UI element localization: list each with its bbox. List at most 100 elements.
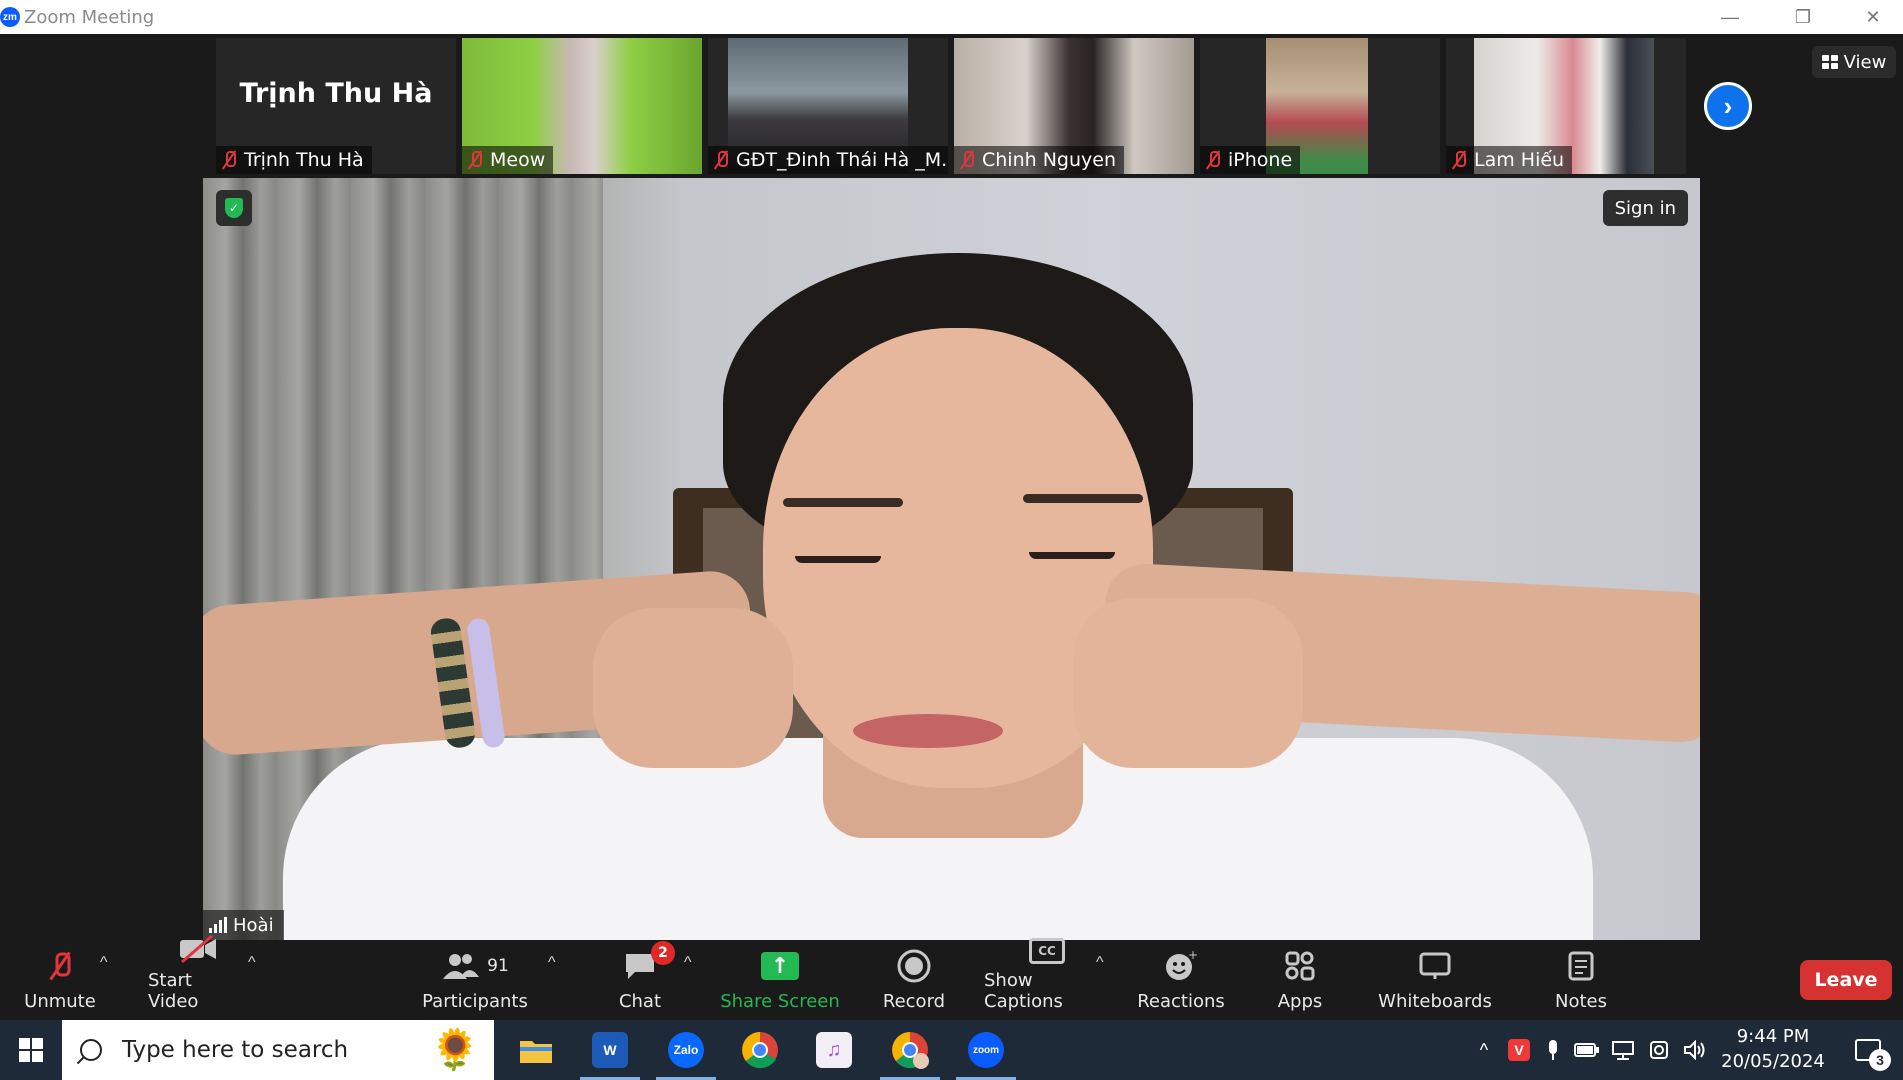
- volume-tray-icon[interactable]: [1678, 1020, 1712, 1080]
- participant-tile[interactable]: Meow: [462, 38, 702, 174]
- meeting-toolbar: Unmute ^ Start Video ^ 91 Participants ^…: [0, 934, 1903, 1020]
- grid-view-icon: [1821, 55, 1838, 69]
- view-button[interactable]: View: [1812, 46, 1896, 78]
- mic-off-icon: [220, 150, 238, 170]
- chrome-profile-icon: [892, 1032, 929, 1069]
- unmute-button[interactable]: Unmute: [20, 940, 100, 1020]
- view-label: View: [1843, 51, 1887, 73]
- participant-tile[interactable]: iPhone: [1200, 38, 1440, 174]
- speaker-brow-right: [1023, 494, 1143, 503]
- participants-caret-icon[interactable]: ^: [548, 954, 556, 972]
- chat-caret-icon[interactable]: ^: [684, 954, 692, 972]
- active-speaker-name: Hoài: [233, 914, 274, 936]
- share-screen-icon: ↑: [761, 947, 799, 985]
- notification-center-button[interactable]: 3: [1838, 1020, 1898, 1080]
- mic-off-icon: [958, 150, 976, 170]
- chrome-profile-taskbar-button[interactable]: [876, 1020, 944, 1080]
- mic-off-icon: [1450, 150, 1468, 170]
- close-button[interactable]: ✕: [1838, 0, 1903, 34]
- restore-button[interactable]: ❐: [1768, 0, 1838, 34]
- participant-name-label: Trịnh Thu Hà: [216, 146, 372, 174]
- record-label: Record: [882, 991, 946, 1012]
- podcast-app-taskbar-button[interactable]: ♫: [800, 1020, 868, 1080]
- reactions-label: Reactions: [1137, 991, 1225, 1012]
- record-button[interactable]: Record: [872, 940, 956, 1020]
- participant-name: Chinh Nguyen: [982, 149, 1117, 171]
- participant-name: iPhone: [1228, 149, 1293, 171]
- clock-time: 9:44 PM: [1736, 1026, 1810, 1047]
- apps-label: Apps: [1277, 991, 1323, 1012]
- file-explorer-taskbar-button[interactable]: [502, 1020, 570, 1080]
- word-icon: W: [592, 1032, 628, 1068]
- notes-icon: [1567, 947, 1595, 985]
- audio-options-caret-icon[interactable]: ^: [100, 954, 108, 972]
- sign-in-button[interactable]: Sign in: [1602, 190, 1688, 226]
- participant-name-label: iPhone: [1200, 146, 1301, 174]
- show-captions-button[interactable]: CC Show Captions: [984, 938, 1110, 1020]
- leave-button[interactable]: Leave: [1800, 960, 1892, 1000]
- zoom-logo-icon: zm: [0, 7, 20, 27]
- signal-strength-icon: [209, 917, 227, 933]
- speaker-hand-left: [593, 608, 793, 768]
- minimize-button[interactable]: —: [1695, 0, 1765, 34]
- mic-off-icon: [712, 150, 730, 170]
- mic-muted-icon: [51, 947, 71, 985]
- participant-strip: Trịnh Thu Hà Trịnh Thu Hà Meow GĐT_Đinh …: [216, 38, 1686, 174]
- unmute-label: Unmute: [24, 991, 96, 1012]
- window-title: Zoom Meeting: [24, 6, 155, 28]
- mic-off-icon: [1204, 150, 1222, 170]
- show-hidden-icons-button[interactable]: ^: [1470, 1020, 1498, 1080]
- chat-label: Chat: [618, 991, 662, 1012]
- apps-button[interactable]: Apps: [1262, 940, 1338, 1020]
- start-video-button[interactable]: Start Video: [148, 934, 248, 1020]
- chat-icon: 2: [623, 941, 675, 985]
- participant-tile[interactable]: Trịnh Thu Hà Trịnh Thu Hà: [216, 38, 456, 174]
- active-speaker-video[interactable]: ✓ Sign in Hoài: [203, 178, 1700, 940]
- zoom-taskbar-button[interactable]: zoom: [952, 1020, 1020, 1080]
- encryption-shield-icon[interactable]: ✓: [216, 190, 252, 226]
- participant-name: GĐT_Đinh Thái Hà _M...: [736, 149, 948, 171]
- participant-tile[interactable]: Chinh Nguyen: [954, 38, 1194, 174]
- video-options-caret-icon[interactable]: ^: [248, 954, 256, 972]
- whiteboards-button[interactable]: Whiteboards: [1376, 940, 1494, 1020]
- speaker-lips: [853, 714, 1003, 748]
- participant-name-label: Chinh Nguyen: [954, 146, 1125, 174]
- vivaldi-tray-icon[interactable]: V: [1502, 1020, 1536, 1080]
- participant-name-label: GĐT_Đinh Thái Hà _M...: [708, 146, 948, 174]
- participant-tile[interactable]: GĐT_Đinh Thái Hà _M...: [708, 38, 948, 174]
- share-screen-button[interactable]: ↑ Share Screen: [720, 940, 840, 1020]
- battery-tray-icon[interactable]: [1570, 1020, 1604, 1080]
- notification-icon: 3: [1855, 1039, 1891, 1071]
- title-bar: zm Zoom Meeting — ❐ ✕: [0, 0, 1903, 34]
- chat-unread-badge: 2: [651, 941, 675, 965]
- participants-button[interactable]: 91 Participants: [420, 940, 530, 1020]
- start-button[interactable]: [0, 1020, 62, 1080]
- folder-icon: [520, 1041, 552, 1063]
- chrome-taskbar-button[interactable]: [726, 1020, 794, 1080]
- clock-date: 20/05/2024: [1721, 1051, 1825, 1072]
- microphone-tray-icon[interactable]: [1538, 1020, 1568, 1080]
- speaker-eye-left: [795, 556, 881, 563]
- participant-name: Meow: [490, 149, 546, 171]
- captions-icon: CC: [1029, 938, 1065, 964]
- camera-tray-icon[interactable]: [1642, 1020, 1676, 1080]
- notes-label: Notes: [1555, 991, 1607, 1012]
- participant-name-label: Meow: [462, 146, 554, 174]
- share-screen-label: Share Screen: [720, 991, 840, 1012]
- zoom-icon: zoom: [968, 1032, 1004, 1068]
- network-tray-icon[interactable]: [1606, 1020, 1640, 1080]
- zalo-taskbar-button[interactable]: Zalo: [652, 1020, 720, 1080]
- captions-caret-icon[interactable]: ^: [1096, 954, 1104, 972]
- next-page-button[interactable]: ›: [1704, 82, 1752, 130]
- notes-button[interactable]: Notes: [1546, 940, 1616, 1020]
- taskbar-search-box[interactable]: Type here to search 🌻: [62, 1020, 494, 1080]
- participant-tile[interactable]: Lam Hiếu: [1446, 38, 1686, 174]
- chat-button[interactable]: 2 Chat: [610, 940, 675, 1020]
- reactions-button[interactable]: + Reactions: [1136, 940, 1226, 1020]
- taskbar-clock[interactable]: 9:44 PM 20/05/2024: [1718, 1024, 1828, 1074]
- participant-name: Trịnh Thu Hà: [244, 149, 364, 171]
- svg-text:+: +: [1188, 949, 1198, 962]
- podcast-app-icon: ♫: [816, 1032, 852, 1068]
- video-off-icon: [178, 934, 218, 964]
- word-taskbar-button[interactable]: W: [576, 1020, 644, 1080]
